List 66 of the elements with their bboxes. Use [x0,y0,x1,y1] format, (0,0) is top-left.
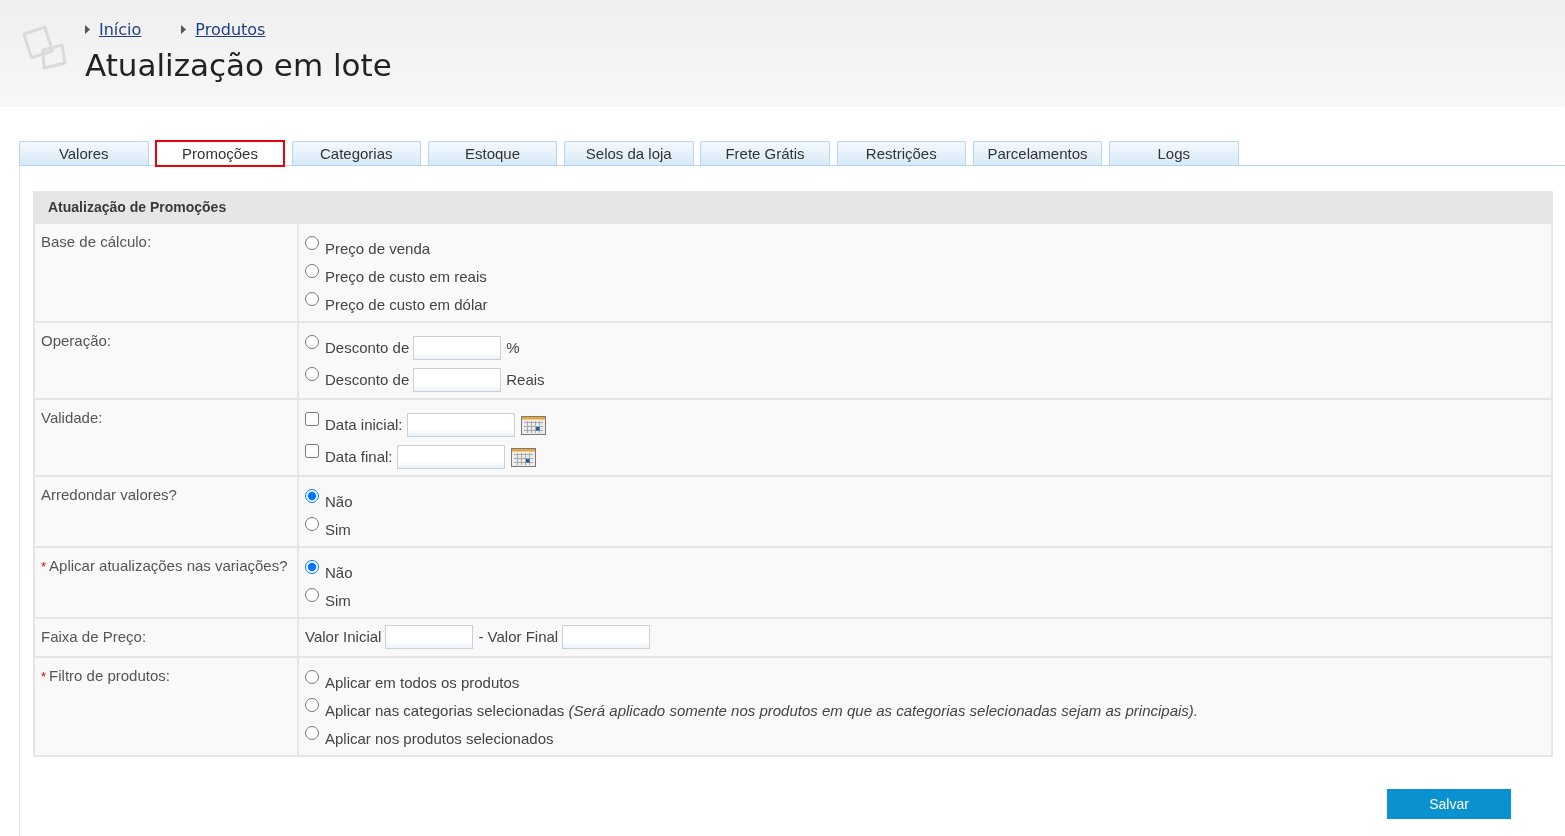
field-label: Arredondar valores? [41,486,177,503]
option-label: Aplicar nos produtos selecionados [325,728,554,749]
radio-button[interactable] [305,236,319,250]
option-label: Não [325,491,353,512]
tab[interactable]: Frete Grátis [700,141,830,165]
radio-button[interactable] [305,588,319,602]
calendar-icon[interactable] [520,415,546,435]
radio-button[interactable] [305,726,319,740]
calendar-icon[interactable] [510,447,536,467]
caret-icon [85,25,90,34]
checkbox[interactable] [305,412,319,426]
field-label: Filtro de produtos: [49,667,170,684]
field-label: Aplicar atualizações nas variações? [49,557,288,574]
unit-label: Reais [506,369,545,390]
input-field[interactable] [396,445,505,469]
input-field[interactable] [385,625,474,649]
save-button[interactable]: Salvar [1387,789,1511,819]
form-header: Atualização de Promoções [34,192,1552,223]
tab[interactable]: Estoque [427,141,558,165]
radio-button[interactable] [305,264,319,278]
field-label: Faixa de Preço: [41,628,147,645]
required-mark: * [41,559,47,574]
tab[interactable]: Categorias [291,141,421,165]
tab[interactable]: Promoções [155,140,285,167]
input-field[interactable] [406,413,515,437]
radio-button[interactable] [305,670,319,684]
option-label: Sim [325,519,351,540]
tab[interactable]: Parcelamentos [972,141,1103,165]
option-label: Data inicial: [325,414,403,435]
required-mark: * [41,669,47,684]
option-label: Sim [325,590,351,611]
field-label: - Valor Final [478,626,559,647]
field-label: Operação: [41,332,112,349]
pages-icon [22,25,68,71]
field-label: Validade: [41,409,103,426]
tab[interactable]: Selos da loja [564,141,694,165]
option-label: Não [325,562,353,583]
input-field[interactable] [413,336,502,360]
tab[interactable]: Restrições [836,141,966,165]
breadcrumb-link[interactable]: Início [99,19,142,40]
option-label: Preço de venda [325,238,431,259]
page-title: Atualização em lote [85,46,392,84]
input-field[interactable] [413,368,502,392]
radio-button[interactable] [305,367,319,381]
option-label: Desconto de [325,337,410,358]
tab[interactable]: Valores [19,141,149,165]
radio-button[interactable] [305,335,319,349]
unit-label: % [506,337,520,358]
radio-button[interactable] [305,517,319,531]
breadcrumb-link[interactable]: Produtos [195,19,266,40]
option-label: Desconto de [325,369,410,390]
option-label: Preço de custo em reais [325,266,487,287]
radio-button[interactable] [305,292,319,306]
caret-icon [181,25,187,34]
radio-button[interactable] [305,489,319,503]
radio-button[interactable] [305,698,319,712]
option-label: Data final: [325,446,393,467]
field-label: Valor Inicial [305,626,382,647]
tab[interactable]: Logs [1109,141,1239,165]
input-field[interactable] [562,625,651,649]
radio-button[interactable] [305,560,319,574]
option-label: Aplicar em todos os produtos [325,672,520,693]
option-label: Aplicar nas categorias selecionadas (Será aplicado somente nos produtos em que as categorias selecionadas sejam as principais). [325,700,1198,721]
checkbox[interactable] [305,444,319,458]
field-label: Base de cálculo: [41,233,152,250]
option-label: Preço de custo em dólar [325,294,488,315]
